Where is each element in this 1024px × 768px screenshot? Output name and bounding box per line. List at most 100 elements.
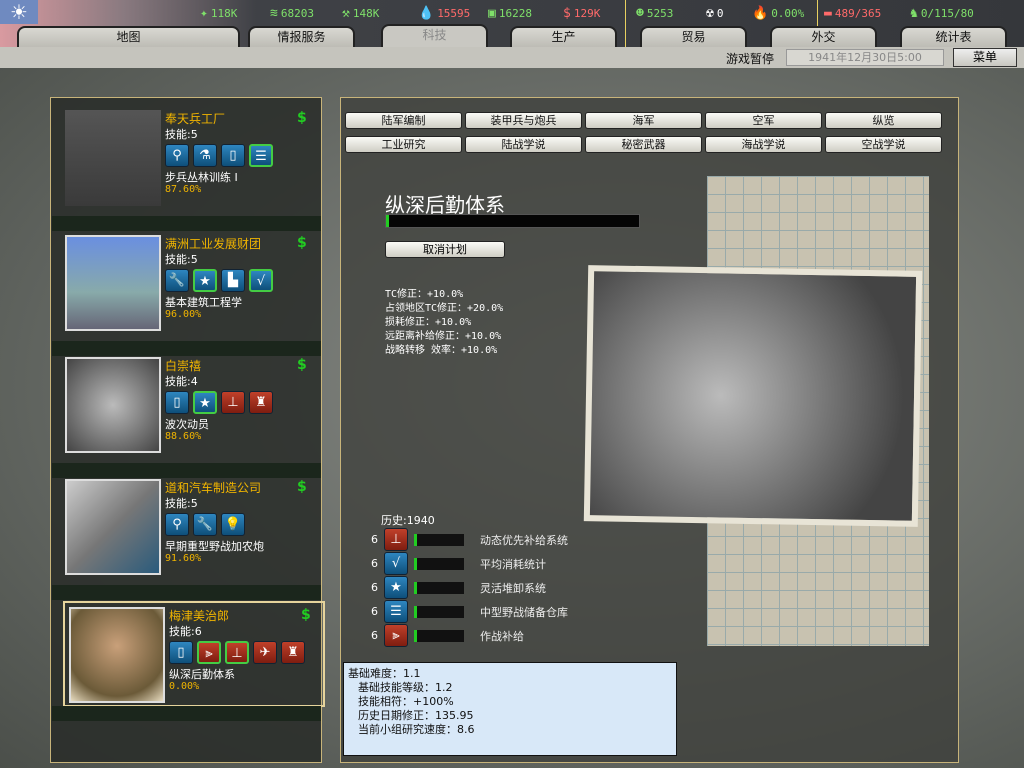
tab-1[interactable]: 情报服务 <box>248 26 355 47</box>
resource-oil[interactable]: 💧 15595 <box>418 6 470 21</box>
transport-icon: ▬ <box>824 6 832 21</box>
logistics-icon: ☰ <box>249 144 273 167</box>
modifier-line: 损耗修正：+10.0% <box>385 317 472 328</box>
category-button[interactable]: 陆战学说 <box>465 136 582 153</box>
team-skill: 技能:4 <box>165 375 198 388</box>
modifier-line: 战略转移 效率：+10.0% <box>385 345 498 356</box>
research-team-card[interactable]: 白崇禧 $ 技能:4 ▯ ★ ⊥ ♜ 波次动员 88.60% <box>61 353 321 459</box>
category-button[interactable]: 纵览 <box>825 112 942 129</box>
research-team-card[interactable]: 奉天兵工厂 $ 技能:5 ⚲ ⚗ ▯ ☰ 步兵丛林训练 I 87.60% <box>61 106 321 212</box>
math-icon: √ <box>249 269 273 292</box>
category-button[interactable]: 海战学说 <box>705 136 822 153</box>
resource-rare-materials[interactable]: ⚒ 148K <box>342 6 379 21</box>
resource-supplies[interactable]: ▣ 16228 <box>488 6 532 21</box>
resource-money[interactable]: $129K <box>563 6 600 21</box>
resource-value: 118K <box>210 7 238 20</box>
component-name: 灵活堆卸系统 <box>480 581 546 595</box>
logistics-icon: ☰ <box>384 600 408 623</box>
book-icon: ▯ <box>221 144 245 167</box>
organization-icon: ⊥ <box>225 641 249 664</box>
team-project: 纵深后勤体系 <box>169 668 235 681</box>
component-level: 6 <box>371 581 378 594</box>
tech-component[interactable]: 6 ⊥ 动态优先补给系统 <box>371 528 568 551</box>
team-name: 白崇禧 <box>165 359 202 373</box>
component-name: 作战补给 <box>480 629 524 643</box>
tech-component[interactable]: 6 ☰ 中型野战储备仓库 <box>371 600 568 623</box>
research-team-card[interactable]: 满洲工业发展财团 $ 技能:5 🔧 ★ ▙ √ 基本建筑工程学 96.00% <box>61 231 321 337</box>
team-skill: 技能:5 <box>165 253 198 266</box>
resource-energy[interactable]: ✦ 118K <box>200 6 237 21</box>
divider <box>52 585 321 600</box>
air-icon: ✈ <box>253 641 277 664</box>
infantry-icon: ♜ <box>281 641 305 664</box>
resource-convoy[interactable]: ♞ 0/115/80 <box>910 6 974 21</box>
resource-transport[interactable]: ▬ 489/365 <box>824 6 881 21</box>
tab-0[interactable]: 地图 <box>17 26 240 47</box>
component-level: 6 <box>371 557 378 570</box>
money-icon: $ <box>297 357 307 373</box>
team-project: 波次动员 <box>165 418 209 431</box>
category-button[interactable]: 空战学说 <box>825 136 942 153</box>
team-specialties: ⚲ 🔧 💡 <box>165 513 245 536</box>
artillery-icon: ⚲ <box>165 513 189 536</box>
category-button[interactable]: 秘密武器 <box>585 136 702 153</box>
research-team-card[interactable]: 梅津美治郎 $ 技能:6 ▯ ⫸ ⊥ ✈ ♜ 纵深后勤体系 0.00% <box>63 601 325 707</box>
component-name: 中型野战储备仓库 <box>480 605 568 619</box>
nation-flag-icon[interactable]: ☀ <box>0 0 38 24</box>
organization-icon: ⊥ <box>221 391 245 414</box>
team-progress: 96.00% <box>165 309 202 320</box>
tab-2[interactable]: 科技 <box>381 24 488 47</box>
star-icon: ★ <box>193 391 217 414</box>
dissent-icon: 🔥 <box>752 6 769 21</box>
oil-icon: 💧 <box>418 6 435 21</box>
team-specialties: ▯ ★ ⊥ ♜ <box>165 391 273 414</box>
component-progress-bar <box>414 533 464 546</box>
cancel-project-button[interactable]: 取消计划 <box>385 241 505 258</box>
star-icon: ★ <box>384 576 408 599</box>
team-specialties: ⚲ ⚗ ▯ ☰ <box>165 144 273 167</box>
component-progress-bar <box>414 629 464 642</box>
resource-dissent[interactable]: 🔥 0.00% <box>752 6 804 21</box>
organization-icon: ⊥ <box>384 528 408 551</box>
tab-3[interactable]: 生产 <box>510 26 617 47</box>
metal-icon: ≋ <box>270 6 278 21</box>
top-bar: ☀ ✦ 118K ≋ 68203 ⚒ 148K 💧 15595 ▣ 16228 $129K ☻ 5253… <box>0 0 1024 47</box>
energy-icon: ✦ <box>200 6 208 21</box>
nuclear-icon: ☢ <box>706 6 714 21</box>
tech-progress-bar <box>385 214 640 228</box>
team-progress: 91.60% <box>165 553 202 564</box>
info-line: 基础技能等级：1.2 <box>358 681 453 694</box>
team-name: 奉天兵工厂 <box>165 112 226 126</box>
category-button[interactable]: 工业研究 <box>345 136 462 153</box>
modifier-line: TC修正：+10.0% <box>385 289 464 300</box>
team-progress: 88.60% <box>165 431 202 442</box>
category-button[interactable]: 陆军编制 <box>345 112 462 129</box>
tech-component[interactable]: 6 ★ 灵活堆卸系统 <box>371 576 546 599</box>
book-icon: ▯ <box>165 391 189 414</box>
resource-manpower[interactable]: ☻ 5253 <box>636 6 673 21</box>
divider <box>625 0 626 47</box>
research-team-card[interactable]: 道和汽车制造公司 $ 技能:5 ⚲ 🔧 💡 早期重型野战加农炮 91.60% <box>61 475 321 581</box>
component-level: 6 <box>371 629 378 642</box>
info-line: 历史日期修正：135.95 <box>358 709 474 722</box>
category-button[interactable]: 装甲兵与炮兵 <box>465 112 582 129</box>
resource-value: 0.00% <box>771 7 805 20</box>
tech-component[interactable]: 6 ⫸ 作战补给 <box>371 624 524 647</box>
component-level: 6 <box>371 533 378 546</box>
tech-modifiers: TC修正：+10.0% 占领地区TC修正：+20.0% 损耗修正：+10.0% 远距离… <box>385 288 503 358</box>
resource-value: 15595 <box>437 7 471 20</box>
category-button[interactable]: 空军 <box>705 112 822 129</box>
category-button[interactable]: 海军 <box>585 112 702 129</box>
menu-button[interactable]: 菜单 <box>953 48 1017 67</box>
resource-nuclear[interactable]: ☢ 0 <box>706 6 723 21</box>
resource-metal[interactable]: ≋ 68203 <box>270 6 314 21</box>
tab-4[interactable]: 贸易 <box>640 26 747 47</box>
team-progress: 87.60% <box>165 184 202 195</box>
resource-value: 68203 <box>280 7 314 20</box>
tab-6[interactable]: 统计表 <box>900 26 1007 47</box>
tech-component[interactable]: 6 √ 平均消耗统计 <box>371 552 546 575</box>
team-portrait <box>65 479 161 575</box>
tab-5[interactable]: 外交 <box>770 26 877 47</box>
category-row-1: 陆军编制 装甲兵与炮兵 海军 空军 纵览 <box>345 112 942 129</box>
factory-icon: ▙ <box>221 269 245 292</box>
